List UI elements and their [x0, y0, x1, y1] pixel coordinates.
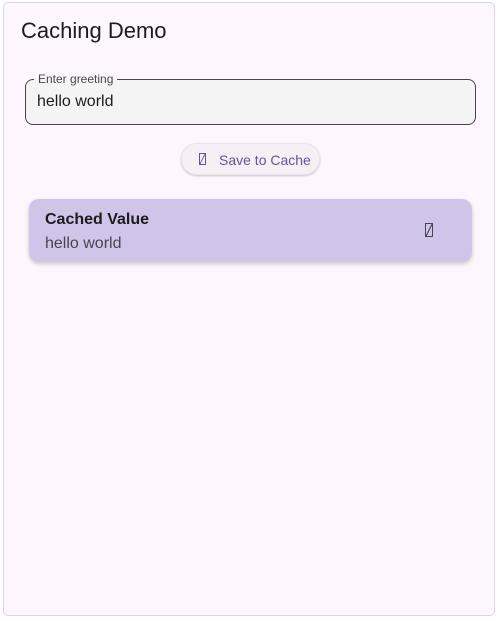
- save-icon: [199, 153, 206, 165]
- greeting-field[interactable]: Enter greeting: [25, 72, 476, 125]
- save-to-cache-label: Save to Cache: [219, 152, 311, 168]
- cached-value-card: Cached Value hello world: [29, 199, 472, 262]
- greeting-input[interactable]: [37, 92, 457, 112]
- cached-value-text: hello world: [45, 235, 122, 252]
- app-frame: Caching Demo Enter greeting Save to Cach…: [3, 2, 495, 616]
- cached-value-title: Cached Value: [45, 211, 150, 228]
- save-to-cache-button[interactable]: Save to Cache: [181, 143, 320, 175]
- delete-icon: [425, 223, 433, 237]
- app-title: Caching Demo: [21, 18, 167, 43]
- delete-cache-button[interactable]: [415, 215, 443, 243]
- greeting-field-label: Enter greeting: [34, 72, 118, 86]
